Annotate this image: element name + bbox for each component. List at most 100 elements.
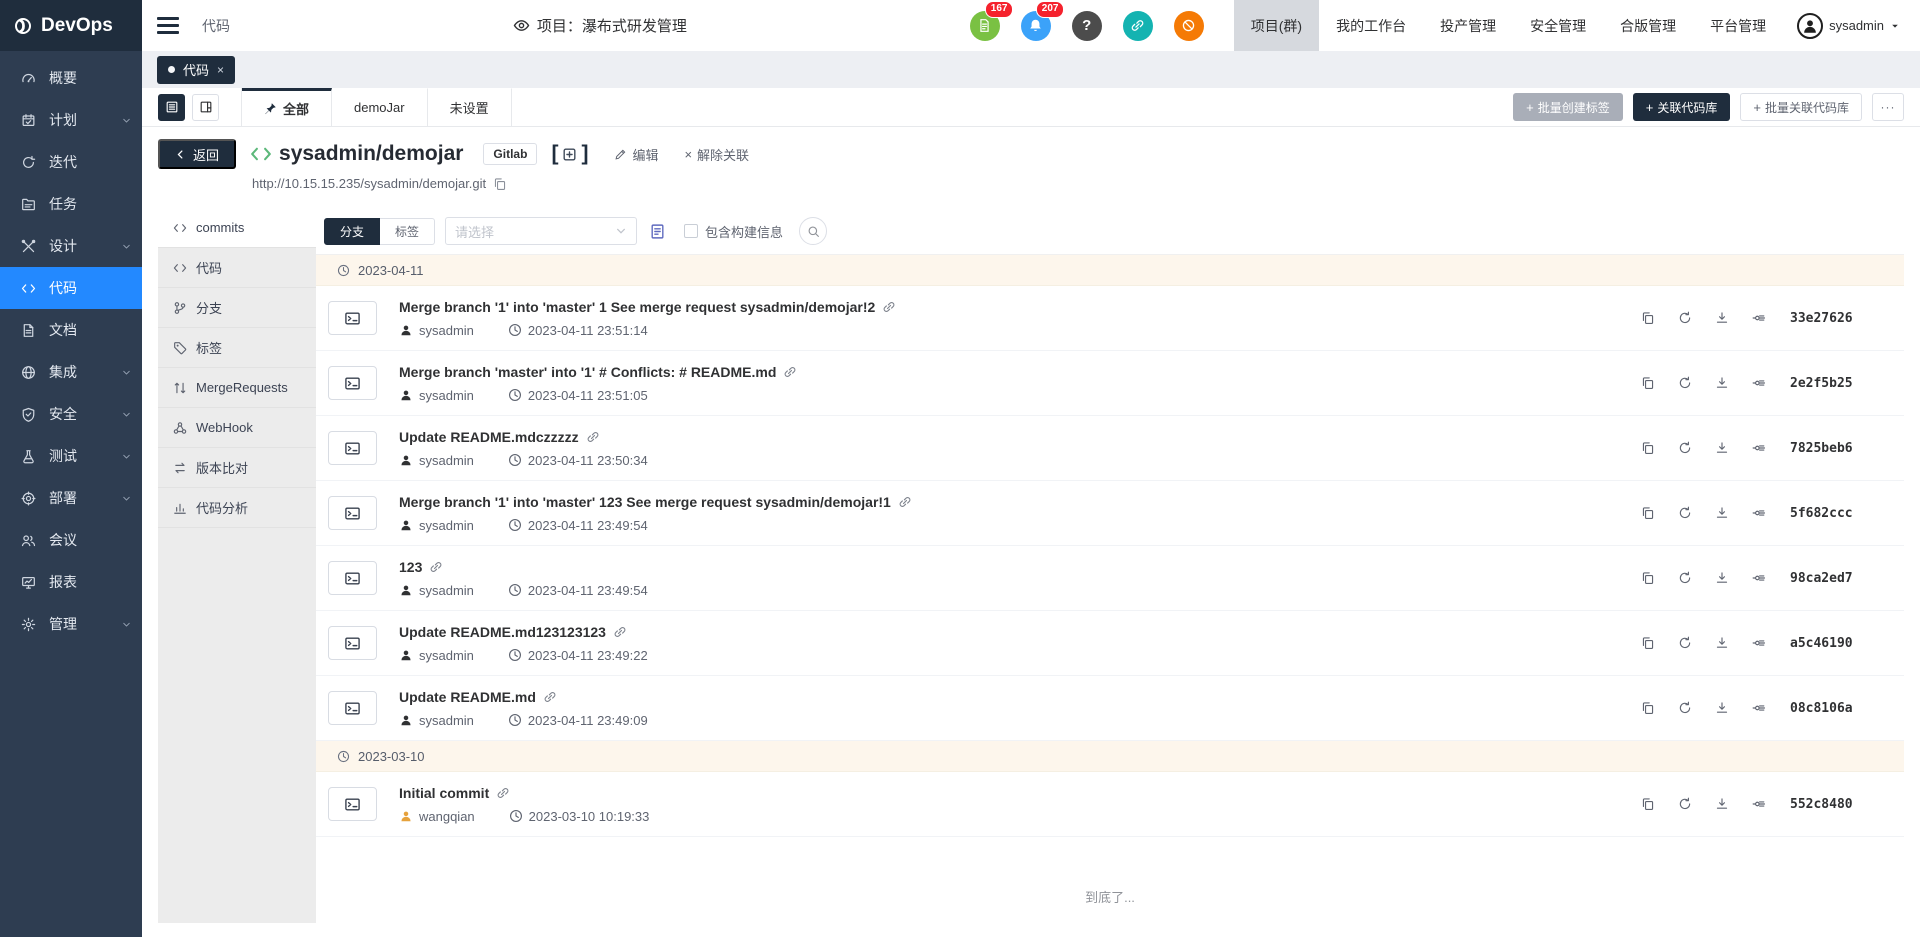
commit-type-badge[interactable] <box>328 626 377 660</box>
sidebar-item-document[interactable]: 文档 <box>0 309 142 351</box>
copy-commit-button[interactable] <box>1641 441 1655 455</box>
copy-commit-button[interactable] <box>1641 571 1655 585</box>
commit-type-badge[interactable] <box>328 301 377 335</box>
download-commit-button[interactable] <box>1715 571 1729 585</box>
topnav-item-projects[interactable]: 项目(群) <box>1234 0 1319 51</box>
sidebar-item-manage[interactable]: 管理 <box>0 603 142 645</box>
commit-hash[interactable]: a5c46190 <box>1790 636 1864 651</box>
copy-commit-button[interactable] <box>1641 636 1655 650</box>
commit-title[interactable]: Update README.mdczzzzz <box>399 429 1641 445</box>
sidebar-item-report[interactable]: 报表 <box>0 561 142 603</box>
download-commit-button[interactable] <box>1715 506 1729 520</box>
build-info-checkbox[interactable] <box>684 224 698 238</box>
branch-segment-button[interactable]: 分支 <box>324 218 380 245</box>
build-info-option[interactable]: 包含构建信息 <box>684 222 783 241</box>
repo-sidebar-item-branches[interactable]: 分支 <box>158 288 316 328</box>
sidebar-item-code[interactable]: 代码 <box>0 267 142 309</box>
repo-sidebar-item-compare[interactable]: 版本比对 <box>158 448 316 488</box>
commit-graph-button[interactable] <box>1752 701 1766 715</box>
repo-sidebar-item-analysis[interactable]: 代码分析 <box>158 488 316 528</box>
download-commit-button[interactable] <box>1715 636 1729 650</box>
copy-commit-button[interactable] <box>1641 797 1655 811</box>
user-menu[interactable]: sysadmin <box>1783 13 1920 39</box>
commit-hash[interactable]: 2e2f5b25 <box>1790 376 1864 391</box>
commit-type-badge[interactable] <box>328 787 377 821</box>
sidebar-item-plan[interactable]: 计划 <box>0 99 142 141</box>
sidebar-item-integration[interactable]: 集成 <box>0 351 142 393</box>
sidebar-item-iteration[interactable]: 迭代 <box>0 141 142 183</box>
revert-commit-button[interactable] <box>1678 506 1692 520</box>
commit-graph-button[interactable] <box>1752 376 1766 390</box>
build-doc-icon[interactable] <box>649 223 666 240</box>
commit-title[interactable]: Merge branch '1' into 'master' 123 See m… <box>399 494 1641 510</box>
unlink-repo-button[interactable]: × 解除关联 <box>684 145 749 164</box>
revert-commit-button[interactable] <box>1678 701 1692 715</box>
topnav-item-security-mgmt[interactable]: 安全管理 <box>1513 0 1603 51</box>
commit-type-badge[interactable] <box>328 691 377 725</box>
sidebar-item-design[interactable]: 设计 <box>0 225 142 267</box>
commit-graph-button[interactable] <box>1752 506 1766 520</box>
back-button[interactable]: 返回 <box>158 139 236 169</box>
copy-commit-button[interactable] <box>1641 311 1655 325</box>
topnav-item-production[interactable]: 投产管理 <box>1423 0 1513 51</box>
revert-commit-button[interactable] <box>1678 441 1692 455</box>
commit-hash[interactable]: 7825beb6 <box>1790 441 1864 456</box>
commit-graph-button[interactable] <box>1752 636 1766 650</box>
repo-tab-all[interactable]: 全部 <box>242 88 332 127</box>
download-commit-button[interactable] <box>1715 376 1729 390</box>
commit-type-badge[interactable] <box>328 496 377 530</box>
topnav-item-version-merge[interactable]: 合版管理 <box>1603 0 1693 51</box>
commit-hash[interactable]: 552c8480 <box>1790 797 1864 812</box>
default-branch-widget[interactable]: [ ] <box>551 142 588 166</box>
revert-commit-button[interactable] <box>1678 376 1692 390</box>
commit-title[interactable]: Initial commit <box>399 785 1641 801</box>
todo-doc-button[interactable]: 167 <box>970 11 1000 41</box>
commit-title[interactable]: Update README.md123123123 <box>399 624 1641 640</box>
commit-hash[interactable]: 98ca2ed7 <box>1790 571 1864 586</box>
revert-commit-button[interactable] <box>1678 636 1692 650</box>
commit-hash[interactable]: 08c8106a <box>1790 701 1864 716</box>
sidebar-item-security[interactable]: 安全 <box>0 393 142 435</box>
commit-title[interactable]: Merge branch '1' into 'master' 1 See mer… <box>399 299 1641 315</box>
sidebar-item-deploy[interactable]: 部署 <box>0 477 142 519</box>
help-button[interactable]: ? <box>1072 11 1102 41</box>
repo-tab-demojar[interactable]: demoJar <box>332 88 428 127</box>
copy-commit-button[interactable] <box>1641 376 1655 390</box>
menu-toggle-icon[interactable] <box>157 17 179 34</box>
commit-graph-button[interactable] <box>1752 571 1766 585</box>
batch-create-tag-button[interactable]: + 批量创建标签 <box>1513 93 1623 121</box>
tag-segment-button[interactable]: 标签 <box>380 218 435 245</box>
close-tab-icon[interactable]: × <box>217 63 224 77</box>
more-actions-button[interactable]: ··· <box>1872 93 1904 121</box>
quick-link-button[interactable] <box>1123 11 1153 41</box>
commit-type-badge[interactable] <box>328 561 377 595</box>
sidebar-item-test[interactable]: 测试 <box>0 435 142 477</box>
repo-sidebar-item-webhook[interactable]: WebHook <box>158 408 316 448</box>
repo-sidebar-item-mergerequests[interactable]: MergeRequests <box>158 368 316 408</box>
repo-sidebar-item-commits[interactable]: commits <box>158 208 316 248</box>
topnav-item-platform[interactable]: 平台管理 <box>1693 0 1783 51</box>
commit-title[interactable]: 123 <box>399 559 1641 575</box>
commit-title[interactable]: Merge branch 'master' into '1' # Conflic… <box>399 364 1641 380</box>
revert-commit-button[interactable] <box>1678 797 1692 811</box>
commit-hash[interactable]: 33e27626 <box>1790 311 1864 326</box>
revert-commit-button[interactable] <box>1678 311 1692 325</box>
download-commit-button[interactable] <box>1715 797 1729 811</box>
commit-graph-button[interactable] <box>1752 441 1766 455</box>
repo-sidebar-item-tags[interactable]: 标签 <box>158 328 316 368</box>
commit-hash[interactable]: 5f682ccc <box>1790 506 1864 521</box>
sidebar-item-task[interactable]: 任务 <box>0 183 142 225</box>
copy-commit-button[interactable] <box>1641 506 1655 520</box>
sidebar-item-overview[interactable]: 概要 <box>0 57 142 99</box>
branch-select[interactable]: 请选择 <box>445 217 637 245</box>
revert-commit-button[interactable] <box>1678 571 1692 585</box>
copy-commit-button[interactable] <box>1641 701 1655 715</box>
search-button[interactable] <box>799 217 827 245</box>
page-tab-code[interactable]: 代码 × <box>157 56 235 84</box>
commit-title[interactable]: Update README.md <box>399 689 1641 705</box>
board-view-button[interactable] <box>192 94 219 121</box>
commit-graph-button[interactable] <box>1752 311 1766 325</box>
commit-type-badge[interactable] <box>328 366 377 400</box>
download-commit-button[interactable] <box>1715 311 1729 325</box>
repo-sidebar-item-code[interactable]: 代码 <box>158 248 316 288</box>
